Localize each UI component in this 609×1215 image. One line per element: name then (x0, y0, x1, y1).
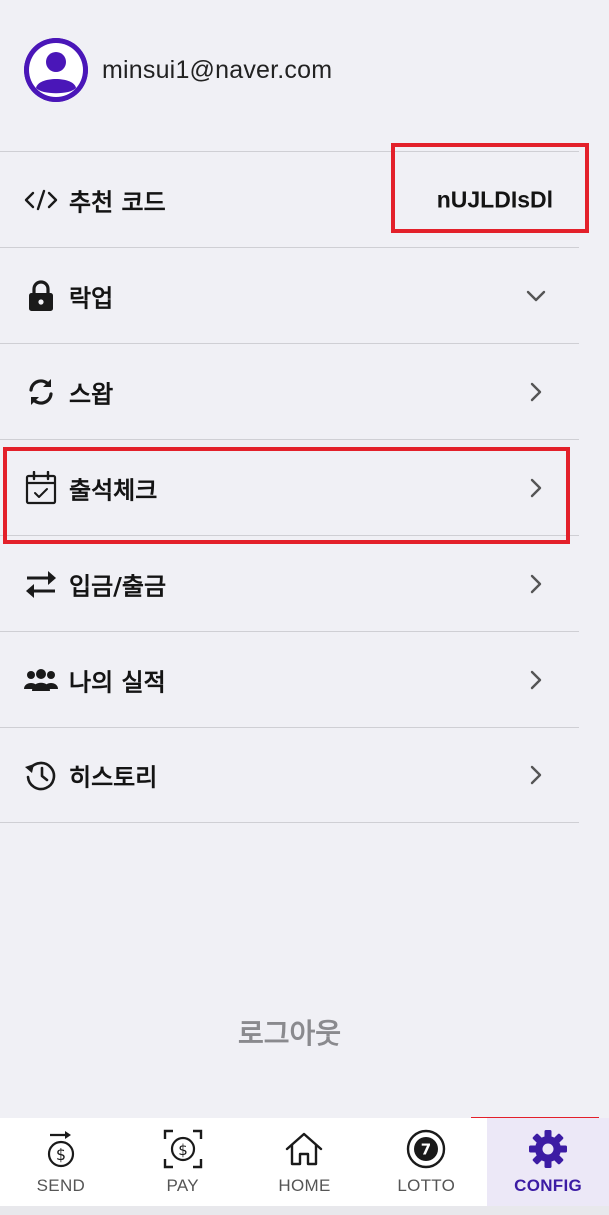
nav-label-home: HOME (278, 1176, 331, 1195)
nav-label-lotto: LOTTO (397, 1176, 456, 1195)
svg-text:$: $ (178, 1141, 188, 1159)
menu-row-attendance[interactable]: 출석체크 (0, 439, 579, 535)
deposit-withdraw-label: 입금/출금 (69, 572, 167, 600)
lock-icon (24, 279, 58, 313)
user-avatar-icon[interactable] (24, 38, 88, 102)
logout-button[interactable]: 로그아웃 (0, 1012, 579, 1052)
scan-pay-icon: $ (162, 1128, 204, 1170)
chevron-right-icon[interactable] (524, 763, 548, 787)
nav-label-send: SEND (36, 1176, 86, 1195)
nav-tab-home[interactable]: HOME (244, 1118, 366, 1206)
lockup-label: 락업 (69, 284, 114, 312)
nav-tab-lotto[interactable]: 7 LOTTO (365, 1118, 487, 1206)
history-clock-icon (24, 758, 58, 792)
menu-row-swap[interactable]: 스왑 (0, 343, 579, 439)
gear-icon (527, 1128, 569, 1170)
nav-tab-send[interactable]: $ SEND (0, 1118, 122, 1206)
svg-text:$: $ (56, 1145, 66, 1164)
nav-tab-config[interactable]: CONFIG (487, 1118, 609, 1206)
calendar-check-icon (24, 470, 58, 505)
lotto-ball-number: 7 (421, 1141, 431, 1159)
transfer-arrows-icon (24, 567, 58, 601)
config-page: minsui1@naver.com 추천 코드 nUJLDIsDl 락업 스왑 … (0, 0, 609, 1215)
chevron-right-icon[interactable] (524, 476, 548, 500)
settings-menu: 추천 코드 nUJLDIsDl 락업 스왑 출석체크 입금/출금 나의 실적 히… (0, 151, 579, 823)
history-label: 히스토리 (69, 763, 158, 792)
send-money-icon: $ (40, 1128, 82, 1170)
home-icon (283, 1128, 325, 1170)
profile-header: minsui1@naver.com (24, 38, 332, 102)
user-email: minsui1@naver.com (102, 55, 333, 84)
system-bottom-bar (0, 1206, 609, 1215)
chevron-down-icon[interactable] (524, 284, 548, 308)
swap-icon (24, 375, 58, 409)
performance-label: 나의 실적 (69, 668, 166, 696)
lotto-ball-icon: 7 (405, 1128, 447, 1170)
nav-label-config: CONFIG (514, 1176, 583, 1195)
menu-row-deposit-withdraw[interactable]: 입금/출금 (0, 535, 579, 631)
people-group-icon (24, 663, 58, 697)
menu-row-lockup[interactable]: 락업 (0, 247, 579, 343)
menu-row-referral-code[interactable]: 추천 코드 nUJLDIsDl (0, 151, 579, 247)
bottom-navigation: $ SEND $ PAY HOME 7 LOTTO CONFIG (0, 1118, 609, 1206)
chevron-right-icon[interactable] (524, 668, 548, 692)
chevron-right-icon[interactable] (524, 572, 548, 596)
code-icon (24, 183, 58, 217)
chevron-right-icon[interactable] (524, 380, 548, 404)
nav-tab-pay[interactable]: $ PAY (122, 1118, 244, 1206)
referral-code-label: 추천 코드 (69, 188, 166, 216)
attendance-label: 출석체크 (69, 476, 158, 504)
referral-code-value: nUJLDIsDl (436, 186, 553, 212)
menu-row-history[interactable]: 히스토리 (0, 727, 579, 823)
nav-label-pay: PAY (166, 1176, 199, 1195)
menu-row-performance[interactable]: 나의 실적 (0, 631, 579, 727)
swap-label: 스왑 (69, 380, 114, 408)
